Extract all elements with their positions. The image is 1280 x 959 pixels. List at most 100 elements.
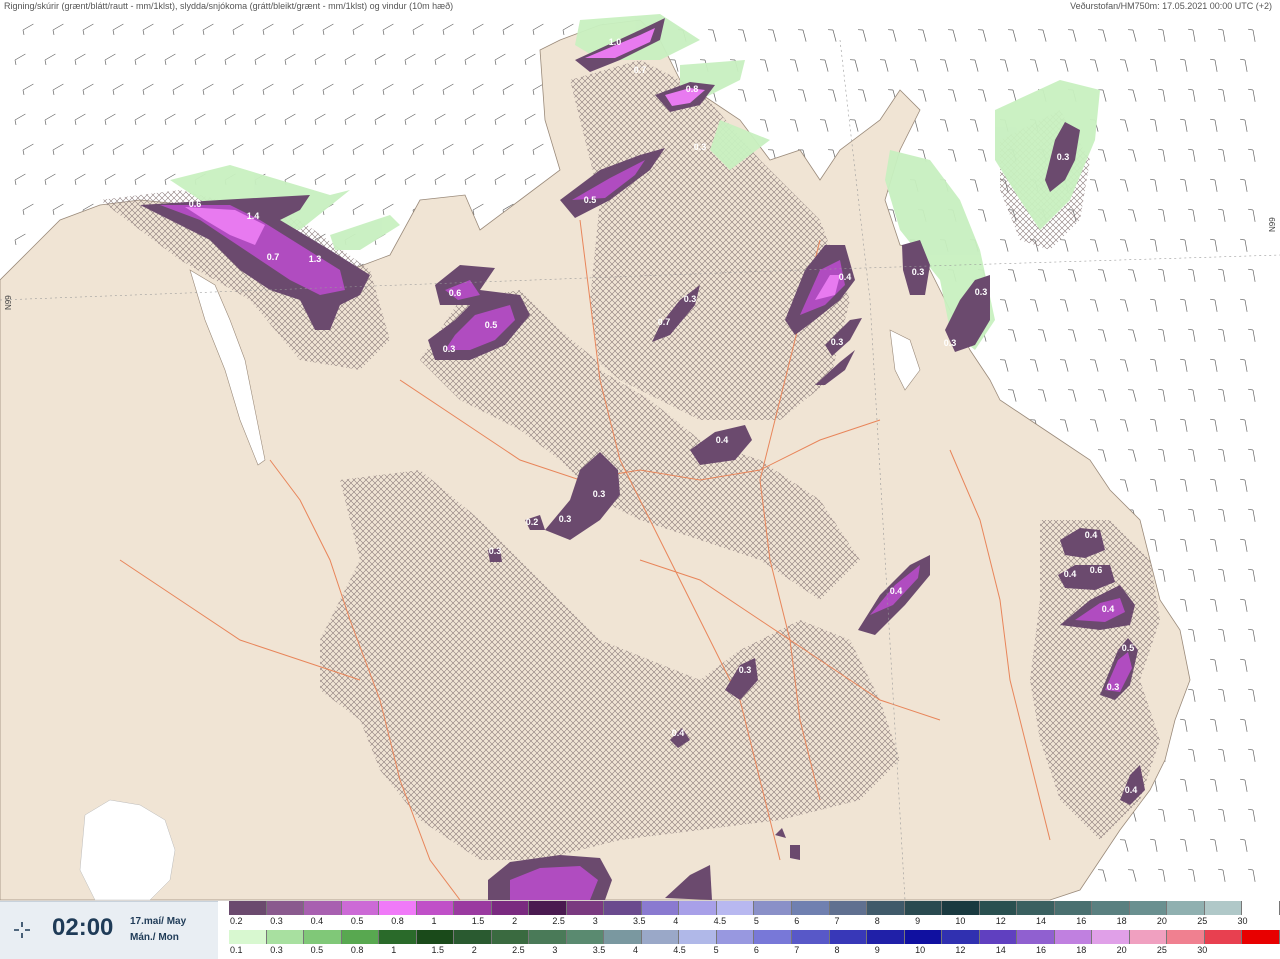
legend-swatch	[641, 901, 680, 915]
legend-swatch	[1054, 930, 1093, 944]
precip-value-label: 0.4	[839, 272, 852, 282]
legend-label: 8	[834, 945, 840, 955]
legend-label: 2	[512, 916, 518, 926]
legend-label: 0.3	[270, 916, 283, 926]
precip-value-label: 0.7	[634, 65, 647, 75]
map-title: Rigning/skúrir (grænt/blátt/rautt - mm/1…	[4, 1, 454, 11]
legend-swatch	[229, 930, 267, 944]
legend-label: 5	[713, 945, 719, 955]
legend-swatch	[529, 930, 567, 944]
legend-swatch	[679, 901, 717, 915]
legend-label: 8	[874, 916, 880, 926]
legend-swatch	[341, 901, 380, 915]
legend-label: 18	[1076, 945, 1087, 955]
legend-swatch	[641, 930, 680, 944]
legend-swatch	[979, 901, 1018, 915]
legend-label: 1	[391, 945, 397, 955]
legend-label: 3	[592, 916, 598, 926]
legend-swatch	[1017, 930, 1055, 944]
legend-label: 3.5	[633, 916, 646, 926]
legend-swatch	[416, 930, 455, 944]
legend-swatch	[341, 930, 380, 944]
legend-label: 4.5	[673, 945, 686, 955]
legend-label: 7	[834, 916, 840, 926]
legend-swatch	[904, 930, 943, 944]
precip-value-label: 0.3	[694, 142, 707, 152]
precip-value-label: 0.3	[1057, 152, 1070, 162]
precip-value-label: 0.5	[1122, 643, 1135, 653]
legend-swatch	[229, 901, 267, 915]
legend-label: 9	[915, 916, 921, 926]
legend-swatch	[491, 901, 530, 915]
legend-label: 6	[794, 916, 800, 926]
legend-label: 3.5	[592, 945, 606, 955]
legend-label: 0.8	[391, 916, 404, 926]
legend-row-rain	[229, 930, 1280, 944]
legend-swatch	[529, 901, 567, 915]
legend-label: 0.5	[350, 916, 364, 926]
legend-swatch	[904, 901, 943, 915]
forecast-time: 02:00	[52, 914, 114, 941]
precip-value-label: 0.7	[658, 317, 671, 327]
legend-label: 2	[471, 945, 477, 955]
precip-value-label: 0.3	[912, 267, 925, 277]
legend-swatch	[1054, 901, 1093, 915]
legend-label: 1.5	[431, 945, 445, 955]
legend-swatch	[1167, 930, 1205, 944]
legend-swatch	[379, 901, 417, 915]
precip-value-label: 0.2	[526, 517, 539, 527]
precip-value-label: 0.6	[1090, 565, 1103, 575]
legend-swatch	[1129, 930, 1168, 944]
precip-value-label: 0.4	[1102, 604, 1115, 614]
legend-label: 4	[633, 945, 639, 955]
precip-value-label: 0.3	[831, 337, 844, 347]
legend-swatch	[379, 930, 417, 944]
legend-label: 12	[955, 945, 966, 955]
precip-value-label: 0.5	[584, 195, 597, 205]
legend-swatch	[566, 901, 605, 915]
legend-swatch	[304, 930, 342, 944]
precip-value-label: 0.3	[975, 287, 988, 297]
legend-label: 2.5	[512, 945, 525, 955]
time-panel: 02:00 17.maí/ May Mán./ Mon	[0, 901, 218, 959]
legend-swatch	[942, 901, 980, 915]
legend-swatch	[829, 901, 868, 915]
legend-label: 9	[874, 945, 880, 955]
precip-value-label: 0.3	[489, 546, 502, 556]
legend-swatch	[791, 930, 830, 944]
latitude-label-right: N99	[1268, 217, 1277, 232]
legend-swatch	[1167, 901, 1205, 915]
legend-label: 14	[1036, 916, 1047, 926]
legend-swatch	[416, 901, 455, 915]
precip-value-label: 0.3	[559, 514, 572, 524]
legend-swatch	[754, 901, 792, 915]
legend-swatch	[454, 930, 492, 944]
legend-labels-rain: 0.1 0.3 0.5 0.8 1 1.5 2 2.5 3 3.5 4 4.5 5 6 7 8 9 10 12 14 1…	[229, 945, 1280, 957]
precip-value-label: 0.3	[443, 344, 456, 354]
legend-label: 7	[794, 945, 800, 955]
legend-label: 1	[431, 916, 437, 926]
legend-row-snow	[229, 901, 1280, 915]
legend-swatch	[754, 930, 792, 944]
legend-label: 0.4	[310, 916, 324, 926]
legend-swatch	[716, 901, 755, 915]
precip-value-label: 0.8	[686, 84, 699, 94]
latitude-label-left: N99	[4, 295, 13, 310]
legend-swatch	[454, 901, 492, 915]
legend-label: 0.5	[310, 945, 324, 955]
legend-swatch	[867, 901, 905, 915]
precip-value-label: 0.6	[189, 199, 202, 209]
legend-swatch	[1242, 930, 1280, 944]
legend-label: 4	[673, 916, 679, 926]
legend-swatch	[791, 901, 830, 915]
legend-swatch	[304, 901, 342, 915]
legend-label: 14	[995, 945, 1006, 955]
color-legend: 0.2 0.3 0.4 0.5 0.8 1 1.5 2 2.5 3 3.5 4 4.5 5 6 7 8 9 10 12…	[229, 901, 1280, 958]
precip-value-label: 1.0	[609, 37, 622, 47]
precip-value-label: 0.3	[739, 665, 752, 675]
legend-swatch	[1092, 930, 1130, 944]
legend-label: 1.5	[471, 916, 485, 926]
legend-label: 16	[1076, 916, 1087, 926]
precip-value-label: 0.4	[716, 435, 729, 445]
legend-swatch	[604, 901, 642, 915]
